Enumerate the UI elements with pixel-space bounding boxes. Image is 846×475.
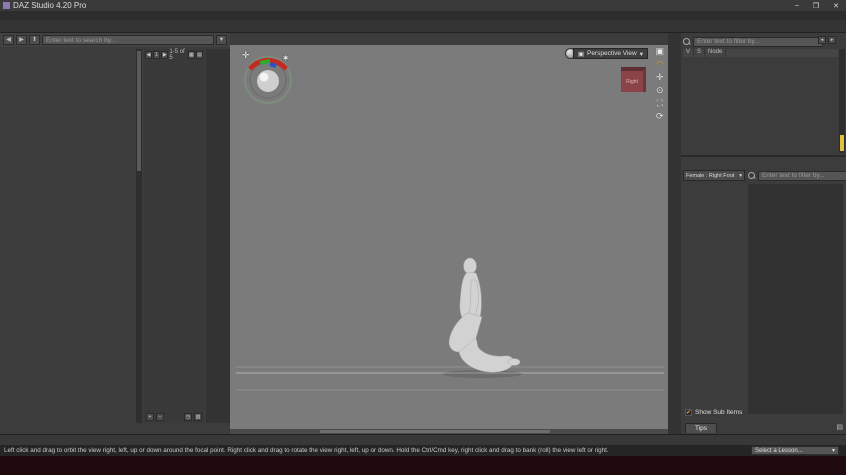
select-lesson-dropdown[interactable]: Select a Lesson... ▾ [751, 446, 839, 455]
parameters-pane: Female : Right Foot ▾ ✔ Show Sub Items T… [681, 155, 846, 434]
windows-taskbar [0, 456, 846, 475]
content-search-input[interactable] [42, 35, 214, 45]
add-button[interactable]: + [146, 413, 154, 421]
minimize-button[interactable]: – [795, 2, 799, 10]
frame-icon[interactable]: ⛶ [657, 99, 663, 108]
trackball-blue-arc[interactable] [270, 64, 276, 66]
title-bar: DAZ Studio 4.20 Pro – ❒ ✕ [0, 0, 846, 11]
viewport-tabs [230, 33, 668, 45]
grid-view-icon[interactable]: ▦ [188, 51, 195, 59]
chevron-down-icon: ▾ [640, 50, 643, 58]
trackball-green-arc[interactable] [260, 61, 270, 63]
left-dock-tabs [206, 49, 230, 433]
parameter-sliders [748, 184, 843, 414]
thumbnail-pager: ◀ 1 ▶ 1-5 of 5 ▦ ▤ [144, 49, 204, 61]
list-view-icon[interactable]: ▤ [196, 51, 203, 59]
node-selector-label: Female : Right Foot [686, 173, 734, 179]
node-selector-dropdown[interactable]: Female : Right Foot ▾ [683, 170, 745, 181]
right-pane: ◂ ▸ V S Node Female : Right Foot ▾ ✔ Sh [681, 33, 846, 434]
daz-studio-window: DAZ Studio 4.20 Pro – ❒ ✕ ◀ ▶ ⬆ ▼ ◀ 1 ▶ … [0, 0, 846, 475]
close-button[interactable]: ✕ [833, 2, 839, 10]
history-icon[interactable]: ◷ [184, 413, 192, 421]
search-icon [748, 172, 756, 180]
maximize-button[interactable]: ❒ [813, 2, 819, 10]
orbit-icon[interactable]: ◠ [656, 60, 664, 69]
scene-scrollbar[interactable] [839, 49, 845, 153]
main-toolbar [0, 20, 846, 33]
rotate-view-icon[interactable]: ⟳ [656, 112, 664, 121]
pager-range-label: 1-5 of 5 [169, 49, 186, 61]
back-button[interactable]: ◀ [3, 35, 14, 45]
filter-prev-button[interactable]: ◂ [818, 36, 826, 44]
viewport-pane: ✛ ✶ ▣ Perspective View ▾ Right ▣ ◠ ✛ ⊙ ⛶… [230, 33, 668, 434]
col-visible[interactable]: V [683, 49, 694, 57]
library-dropdown-button[interactable]: ▼ [216, 35, 227, 45]
viewport-3d-canvas[interactable] [230, 45, 668, 429]
parameter-filter-input[interactable] [758, 171, 846, 181]
content-library-pane: ◀ ▶ ⬆ ▼ ◀ 1 ▶ 1-5 of 5 ▦ ▤ + − ◷ ▧ [0, 33, 230, 434]
parameters-tabs [681, 157, 846, 168]
animate-timeline-tabs [0, 434, 846, 445]
select-lesson-label: Select a Lesson... [755, 448, 803, 454]
status-tip-text: Left click and drag to orbit the view ri… [4, 447, 609, 454]
parameter-group-list [683, 184, 747, 394]
tree-scrollbar[interactable] [136, 49, 142, 423]
app-icon [3, 2, 10, 9]
pager-page-field[interactable]: 1 [153, 51, 160, 59]
content-folder-tree [2, 49, 136, 423]
remove-button[interactable]: − [156, 413, 164, 421]
checkbox-checked-icon[interactable]: ✔ [685, 409, 692, 416]
pager-prev-button[interactable]: ◀ [145, 51, 152, 59]
col-selectable[interactable]: S [694, 49, 705, 57]
up-button[interactable]: ⬆ [29, 35, 40, 45]
content-thumbnails-pane: ◀ 1 ▶ 1-5 of 5 ▦ ▤ + − ◷ ▧ [144, 49, 204, 423]
content-nav-row: ◀ ▶ ⬆ ▼ [0, 33, 230, 47]
thumbnail-footer: + − ◷ ▧ [144, 413, 204, 421]
view-cube[interactable]: Right [621, 67, 646, 92]
viewport-camera-controls: ▣ ◠ ✛ ⊙ ⛶ ⟳ [655, 47, 664, 121]
content-info-tabs [0, 423, 230, 434]
view-cube-label: Right [626, 79, 638, 85]
tab-tips[interactable]: Tips [685, 423, 717, 433]
chevron-down-icon: ▾ [832, 447, 835, 454]
pan-icon[interactable]: ✛ [656, 73, 664, 82]
scene-filter-input[interactable] [693, 37, 823, 47]
camera-selector-dropdown[interactable]: ▣ Perspective View ▾ [573, 48, 648, 59]
pane-cube-icon[interactable]: ▣ [655, 47, 664, 56]
show-sub-items-row[interactable]: ✔ Show Sub Items [685, 409, 742, 416]
status-bar: Left click and drag to orbit the view ri… [0, 445, 846, 456]
show-sub-items-label: Show Sub Items [695, 409, 742, 416]
col-node[interactable]: Node [705, 49, 726, 57]
filter-next-button[interactable]: ▸ [828, 36, 836, 44]
rotation-trackball[interactable] [242, 53, 294, 105]
camera-selector-label: Perspective View [587, 50, 637, 57]
zoom-icon[interactable]: ⊙ [656, 86, 664, 95]
parameter-filter-row [748, 170, 843, 181]
window-title: DAZ Studio 4.20 Pro [13, 1, 86, 10]
forward-button[interactable]: ▶ [16, 35, 27, 45]
pager-next-button[interactable]: ▶ [161, 51, 168, 59]
scene-node-tree [683, 57, 838, 153]
search-icon [683, 38, 691, 46]
cube-icon: ▣ [578, 50, 584, 58]
pane-menu-icon[interactable]: ▤ [836, 423, 843, 431]
options-icon[interactable]: ▧ [194, 413, 202, 421]
scene-column-headers: V S Node [683, 49, 838, 57]
right-dock-tabs [668, 33, 681, 434]
trackball-sphere[interactable] [257, 70, 279, 92]
chevron-down-icon: ▾ [739, 173, 742, 179]
scene-filter-row [683, 36, 823, 47]
menu-bar [0, 11, 846, 20]
